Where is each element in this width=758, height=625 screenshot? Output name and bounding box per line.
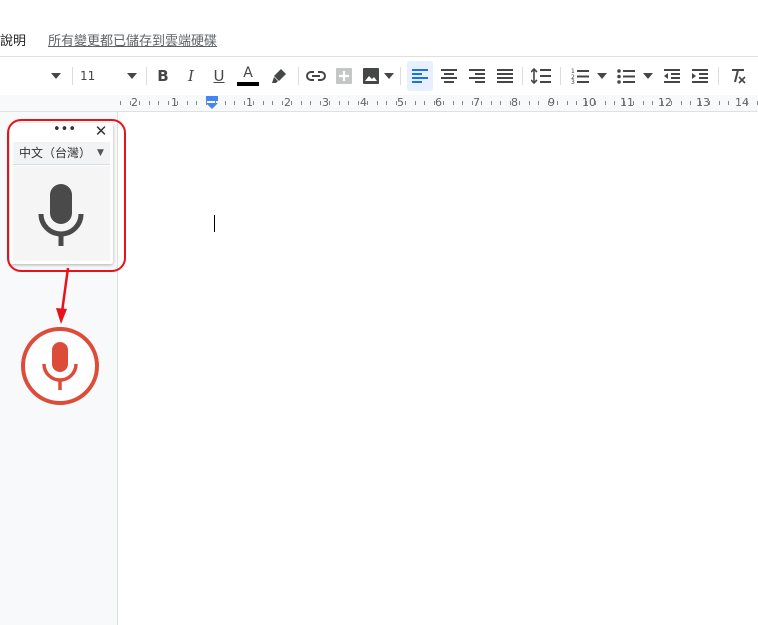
active-microphone-icon xyxy=(21,327,99,405)
annotation-arrow xyxy=(56,267,70,324)
